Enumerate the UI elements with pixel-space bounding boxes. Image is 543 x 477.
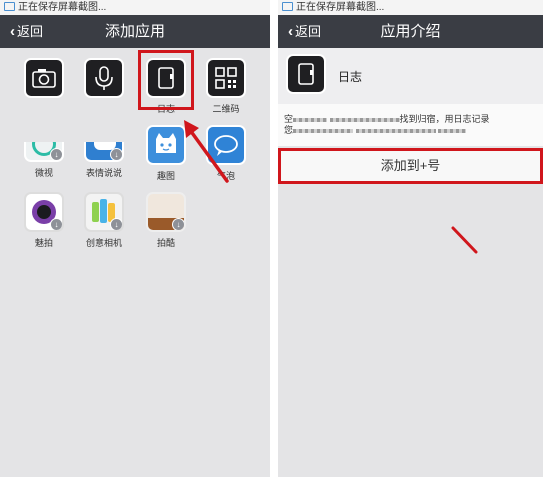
app-intro-screen: 正在保存屏幕截图... ‹ 返回 应用介绍 日志 空 找到归宿，用日志记录 您 添… — [278, 0, 543, 477]
annotation-arrow — [451, 226, 478, 254]
annotation-arrow — [184, 120, 229, 183]
add-app-screen: 正在保存屏幕截图... ‹ 返回 添加应用 日志 二维码 ↓ 微视 ↓ 表情说说… — [0, 0, 270, 477]
screenshot-divider — [270, 0, 278, 477]
